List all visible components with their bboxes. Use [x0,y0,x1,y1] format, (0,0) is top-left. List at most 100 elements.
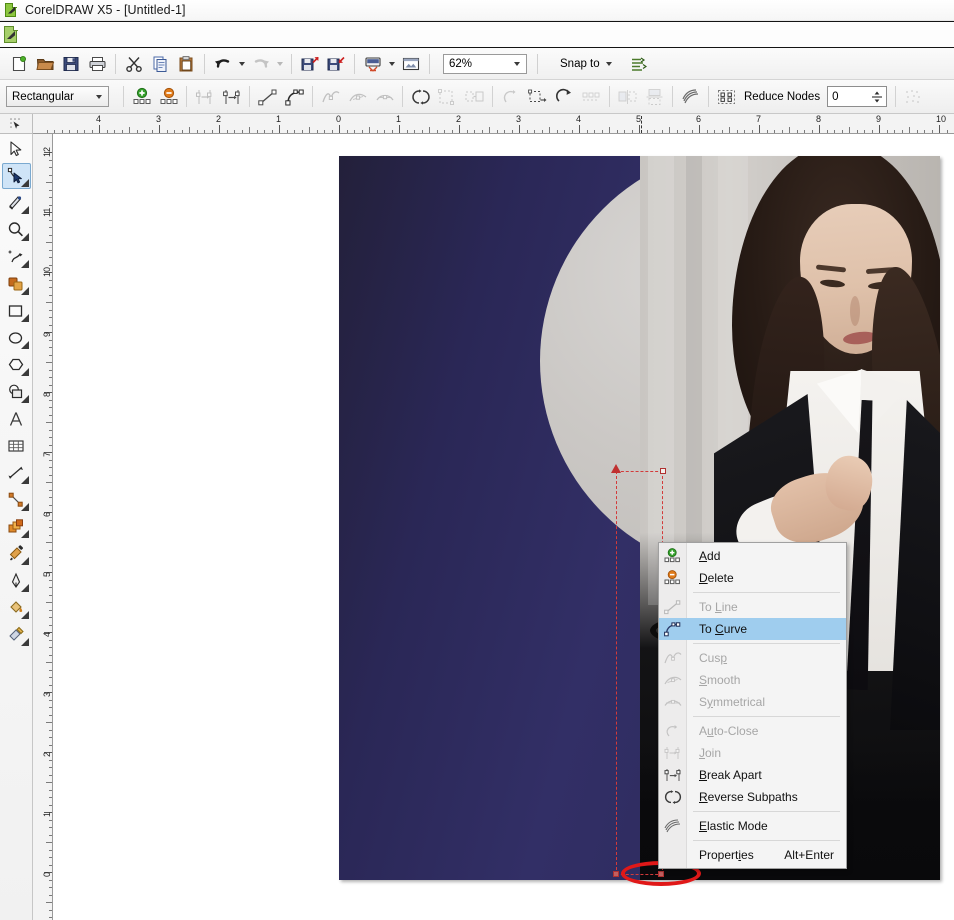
context-menu-item-delete[interactable]: Delete [659,567,846,589]
text-tool[interactable] [2,406,31,432]
chevron-down-icon [239,61,245,66]
context-menu-item-elastic-mode[interactable]: Elastic Mode [659,815,846,837]
ruler-origin-corner[interactable] [0,114,33,134]
blend-tool[interactable] [2,514,31,540]
zoom-dropdown-button[interactable] [509,55,524,72]
table-tool[interactable] [2,433,31,459]
context-menu-item-add[interactable]: Add [659,545,846,567]
reflect-horizontally-button[interactable] [614,83,641,110]
rectangle-tool[interactable] [2,298,31,324]
flyout-arrow-icon[interactable] [20,611,29,619]
spinner-updown-icon[interactable] [868,87,886,106]
make-node-smooth-button[interactable] [344,83,371,110]
fill-tool[interactable] [2,595,31,621]
curve-smoothness-button[interactable] [900,83,927,110]
flyout-arrow-icon[interactable] [20,395,29,403]
redo-dropdown-button[interactable] [274,52,286,76]
selection-node-bottom-right[interactable] [658,871,664,877]
paste-button[interactable] [173,51,199,77]
flyout-arrow-icon[interactable] [20,638,29,646]
ellipse-tool[interactable] [2,325,31,351]
copy-button[interactable] [147,51,173,77]
dimension-tool[interactable] [2,460,31,486]
open-document-button[interactable] [32,51,58,77]
break-curve-icon [222,89,240,104]
pick-tool[interactable] [2,136,31,162]
corel-online-button[interactable] [398,51,424,77]
flyout-arrow-icon[interactable] [20,584,29,592]
color-eyedropper-tool[interactable] [2,541,31,567]
selection-node-top-right[interactable] [660,468,666,474]
smart-fill-tool[interactable] [2,271,31,297]
import-button[interactable] [297,51,323,77]
snap-to-button[interactable]: Snap to [555,54,617,74]
add-node-button[interactable] [128,83,155,110]
save-document-button[interactable] [58,51,84,77]
auto-close-curve-button[interactable] [497,83,524,110]
interactive-fill-tool[interactable] [2,622,31,648]
reduce-nodes-spinner[interactable]: 0 [827,86,888,107]
zoom-tool[interactable] [2,217,31,243]
align-nodes-button[interactable] [578,83,605,110]
extend-curve-to-close-button[interactable] [434,83,461,110]
cut-button[interactable] [121,51,147,77]
extract-subpath-button[interactable] [461,83,488,110]
flyout-arrow-icon[interactable] [20,233,29,241]
ruler-minor-tick [271,130,273,133]
horizontal-ruler[interactable]: 4 3 2 1 0 1 2 3 4 5 6 7 8 9 10 [33,114,954,134]
reverse-direction-button[interactable] [407,83,434,110]
undo-dropdown-button[interactable] [236,52,248,76]
make-node-symmetrical-button[interactable] [371,83,398,110]
flyout-arrow-icon[interactable] [20,314,29,322]
launcher-dropdown-button[interactable] [386,52,398,76]
flyout-arrow-icon[interactable] [20,476,29,484]
context-menu-item-to-curve[interactable]: To Curve [659,618,846,640]
redo-button[interactable] [248,51,274,77]
undo-button[interactable] [210,51,236,77]
elastic-mode-button[interactable] [677,83,704,110]
shape-mode-combo[interactable]: Rectangular [6,86,109,107]
flyout-arrow-icon[interactable] [20,503,29,511]
selection-node-top-left[interactable] [611,464,621,473]
join-nodes-button[interactable] [191,83,218,110]
outline-tool[interactable] [2,568,31,594]
document-icon[interactable] [3,25,20,44]
print-document-button[interactable] [84,51,110,77]
shape-tool[interactable] [1,163,31,189]
freehand-tool[interactable] [2,244,31,270]
selection-node-bottom-left[interactable] [613,871,619,877]
basic-shapes-tool[interactable] [2,379,31,405]
vertical-ruler[interactable]: 1211109876543210nes [33,134,53,920]
delete-node-button[interactable] [155,83,182,110]
stretch-scale-nodes-button[interactable] [524,83,551,110]
flyout-arrow-icon[interactable] [20,287,29,295]
flyout-arrow-icon[interactable] [20,260,29,268]
artboard-page[interactable] [339,156,940,880]
node-context-menu[interactable]: Add Delete To Line To Curve Cusp Smooth Symmet… [658,542,847,869]
flyout-arrow-icon[interactable] [20,206,29,214]
shape-mode-dropdown-button[interactable] [90,94,108,99]
select-all-nodes-button[interactable] [713,83,740,110]
new-document-button[interactable] [6,51,32,77]
break-curve-button[interactable] [218,83,245,110]
convert-to-line-button[interactable] [254,83,281,110]
zoom-level-combo[interactable]: 62% [443,53,527,74]
flyout-arrow-icon[interactable] [20,341,29,349]
crop-tool[interactable] [2,190,31,216]
flyout-arrow-icon[interactable] [20,530,29,538]
reflect-vertically-button[interactable] [641,83,668,110]
rotate-skew-nodes-button[interactable] [551,83,578,110]
context-menu-item-reverse-subpaths[interactable]: Reverse Subpaths [659,786,846,808]
flyout-arrow-icon[interactable] [20,179,29,187]
make-node-cusp-button[interactable] [317,83,344,110]
flyout-arrow-icon[interactable] [20,368,29,376]
context-menu-item-properties[interactable]: Properties Alt+Enter [659,844,846,866]
polygon-tool[interactable] [2,352,31,378]
export-button[interactable] [323,51,349,77]
application-launcher-button[interactable] [360,51,386,77]
connector-tool[interactable] [2,487,31,513]
context-menu-item-break-apart[interactable]: Break Apart [659,764,846,786]
options-button[interactable] [625,51,651,77]
flyout-arrow-icon[interactable] [20,557,29,565]
convert-to-curve-button[interactable] [281,83,308,110]
